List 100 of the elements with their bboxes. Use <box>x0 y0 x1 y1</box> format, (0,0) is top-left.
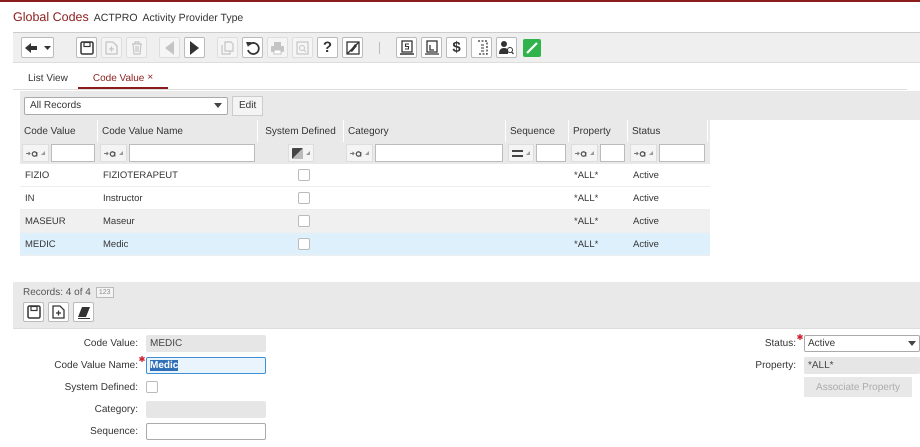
corner-icon <box>41 151 45 155</box>
filter-field[interactable] <box>375 144 503 162</box>
form-toolbar-button[interactable] <box>23 302 44 322</box>
column-header[interactable]: Category <box>348 126 389 136</box>
close-icon[interactable]: × <box>147 73 154 82</box>
checkbox[interactable] <box>298 169 310 181</box>
toolbar-button[interactable] <box>471 37 492 58</box>
column-header[interactable]: System Defined <box>265 126 336 136</box>
table-cell: Active <box>633 170 659 180</box>
column-header[interactable]: Sequence <box>510 126 556 136</box>
form-toolbar-button[interactable] <box>48 302 69 322</box>
corner-icon <box>649 151 653 155</box>
table-cell: Maseur <box>103 216 135 226</box>
table-cell: Instructor <box>103 192 143 204</box>
undo-icon <box>246 40 260 54</box>
table-cell: Active <box>633 238 659 250</box>
toolbar-button[interactable]: $ <box>446 37 467 58</box>
filter-operator[interactable] <box>508 144 534 162</box>
caret-icon <box>908 340 916 346</box>
toolbar-button[interactable] <box>242 37 263 58</box>
contains-icon <box>350 150 362 156</box>
printer-icon <box>270 40 285 54</box>
field-label: Code Value Name: <box>54 360 138 370</box>
checkbox-filter-icon <box>292 148 303 158</box>
contains-icon <box>104 150 116 156</box>
table-row[interactable]: MASEUR Maseur *ALL* Active <box>20 210 710 233</box>
filter-field[interactable] <box>600 144 625 162</box>
corner-icon <box>306 151 310 155</box>
table-cell: Medic <box>103 238 128 250</box>
save-icon <box>80 40 94 54</box>
table-row[interactable]: MEDIC Medic *ALL* Active <box>20 233 710 256</box>
column-header[interactable]: Code Value Name <box>102 126 183 136</box>
column-header[interactable]: Status <box>632 126 660 136</box>
document-icon <box>424 40 438 55</box>
new-document-icon <box>52 305 65 319</box>
field-label: Category: <box>94 404 138 414</box>
status-dropdown[interactable]: Active <box>804 334 920 352</box>
table-cell: *ALL* <box>574 192 598 204</box>
checkbox[interactable] <box>298 238 310 250</box>
preview-icon <box>296 40 309 54</box>
form-toolbar-button[interactable] <box>73 302 94 322</box>
field-label: Status: <box>764 338 796 348</box>
checkbox[interactable] <box>146 381 158 393</box>
contains-icon <box>575 150 587 156</box>
view-dropdown[interactable]: All Records <box>24 96 228 114</box>
cancel-edit-icon <box>346 40 360 54</box>
trash-icon <box>130 40 142 54</box>
tab-label: Code Value <box>92 73 144 84</box>
field-label: Code Value: <box>84 338 138 348</box>
filter-operator[interactable] <box>571 144 598 162</box>
edit-button[interactable]: Edit <box>232 96 264 116</box>
corner-icon <box>119 151 123 155</box>
table-cell: *ALL* <box>574 216 598 226</box>
readonly-field: MEDIC <box>146 334 266 352</box>
toolbar-button[interactable] <box>76 37 97 58</box>
previous-icon <box>165 40 174 54</box>
filter-field[interactable] <box>51 144 95 162</box>
table-cell: IN <box>25 192 34 204</box>
back-button[interactable] <box>21 37 54 58</box>
input-field[interactable] <box>146 422 266 440</box>
table-cell: FIZIO <box>25 170 50 180</box>
field-label: Property: <box>755 360 796 370</box>
corner-icon <box>365 151 369 155</box>
tab-label: List View <box>28 73 68 84</box>
checkbox[interactable] <box>298 192 310 204</box>
filter-operator[interactable] <box>346 144 373 162</box>
code-label: ACTPRO <box>94 12 138 24</box>
tab[interactable]: Code Value × <box>78 69 168 89</box>
column-header[interactable]: Code Value <box>24 126 76 136</box>
caret-icon <box>214 103 222 108</box>
contains-icon <box>634 150 646 156</box>
toolbar-button[interactable] <box>396 37 417 58</box>
toolbar-button[interactable] <box>342 37 363 58</box>
toolbar-button[interactable] <box>421 37 442 58</box>
filter-operator[interactable] <box>630 144 657 162</box>
table-cell: MASEUR <box>25 216 66 226</box>
equals-icon <box>512 150 523 156</box>
page-subtitle: Activity Provider Type <box>142 12 244 24</box>
tab[interactable]: List View <box>13 69 78 89</box>
filter-operator[interactable] <box>100 144 127 162</box>
corner-icon <box>590 151 594 155</box>
table-cell: Active <box>633 192 659 204</box>
next-icon <box>190 40 199 54</box>
readonly-field: *ALL* <box>804 356 920 374</box>
filter-field[interactable] <box>659 144 705 162</box>
filter-operator[interactable] <box>22 144 49 162</box>
column-header[interactable]: Property <box>573 126 611 136</box>
toolbar-button[interactable] <box>496 37 517 58</box>
toolbar-button[interactable] <box>184 37 205 58</box>
input-field[interactable]: Medic <box>146 356 266 374</box>
corner-icon <box>526 151 530 155</box>
dollar-document-icon <box>400 40 414 55</box>
filter-field[interactable] <box>536 144 566 162</box>
person-search-icon <box>499 40 514 55</box>
contains-icon <box>26 150 38 156</box>
filter-field[interactable] <box>129 144 255 162</box>
filter-operator[interactable] <box>288 144 314 162</box>
toolbar-button[interactable]: ? <box>317 37 338 58</box>
checkbox[interactable] <box>298 215 310 227</box>
page-title: Global Codes <box>13 10 89 24</box>
